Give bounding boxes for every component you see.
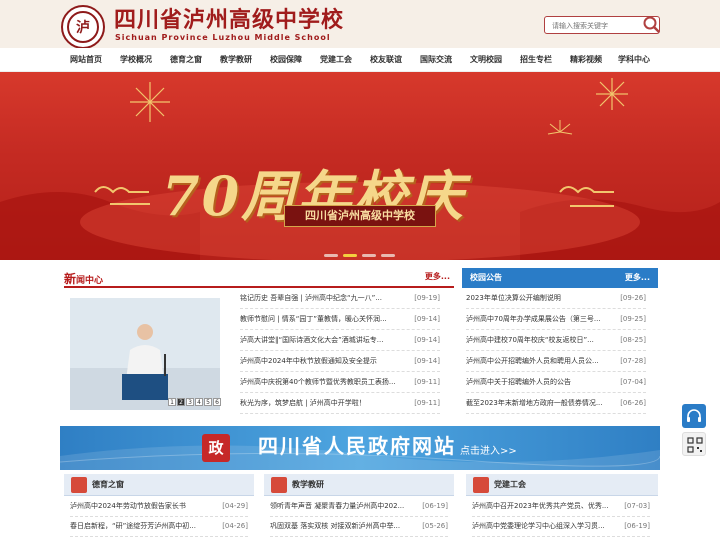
hero-banner[interactable]: 70周年校庆 四川省泸州高级中学校: [0, 72, 720, 260]
notice-section-header: 校园公告 更多...: [462, 268, 658, 288]
search-input[interactable]: [545, 18, 637, 34]
notice-more-link[interactable]: 更多...: [625, 272, 650, 283]
notice-item[interactable]: 截至2023年末新增地方政府一般债券情况... [06-26]: [466, 393, 646, 414]
nav-item-logistics[interactable]: 校园保障: [266, 48, 306, 72]
nav-item-party[interactable]: 党建工会: [316, 48, 356, 72]
side-toolbar: [682, 404, 706, 460]
customer-service-button[interactable]: [682, 404, 706, 428]
logo-emblem: 泸: [67, 11, 99, 43]
news-section-title: 新闻中心: [64, 272, 104, 286]
document-icon: [473, 477, 489, 493]
nav-item-international[interactable]: 国际交流: [416, 48, 456, 72]
photo-page-6[interactable]: 6: [213, 398, 221, 406]
news-item[interactable]: 教师节慰问 | 情系“园丁”董教情，暖心关怀润... [09-14]: [240, 309, 440, 330]
nav-item-moral[interactable]: 德育之窗: [166, 48, 206, 72]
nav-item-alumni[interactable]: 校友联谊: [366, 48, 406, 72]
gov-banner-title: 四川省人民政府网站: [258, 434, 456, 458]
school-logo[interactable]: 泸: [61, 5, 105, 49]
nav-item-admission[interactable]: 招生专栏: [516, 48, 556, 72]
nav-item-teaching[interactable]: 教学教研: [216, 48, 256, 72]
notice-section-title: 校园公告: [470, 273, 502, 282]
qrcode-icon: [687, 437, 703, 453]
document-icon: [71, 477, 87, 493]
photo-page-2[interactable]: 2: [177, 398, 185, 406]
party-item[interactable]: 泸州高中党委理论学习中心组深入学习贯... [06-19]: [472, 516, 650, 537]
notice-item[interactable]: 泸州高中关于招聘编外人员的公告 [07-04]: [466, 372, 646, 393]
photo-page-1[interactable]: 1: [168, 398, 176, 406]
nav-item-overview[interactable]: 学校概况: [116, 48, 156, 72]
site-name: 四川省泸州高级中学校: [114, 8, 345, 33]
teaching-item[interactable]: 领听青年声音 凝聚青春力量泸州高中202... [06-19]: [270, 496, 448, 517]
gov-seal-icon: 政: [202, 434, 230, 462]
search-box: [544, 16, 660, 34]
nav-item-home[interactable]: 网站首页: [66, 48, 106, 72]
site-header: 泸 四川省泸州高级中学校 Sichuan Province Luzhou Mid…: [0, 0, 720, 49]
headset-icon: [687, 409, 701, 422]
photo-page-3[interactable]: 3: [186, 398, 194, 406]
search-icon[interactable]: [641, 14, 661, 34]
notice-item[interactable]: 2023年单位决算公开编制说明 [09-26]: [466, 288, 646, 309]
teaching-item[interactable]: 巩固双基 落实双核 对接双新泸州高中举... [05-26]: [270, 516, 448, 537]
nav-item-video[interactable]: 精彩视频: [566, 48, 606, 72]
notice-item[interactable]: 泸州高中建校70周年校庆“校友返校日”... [08-25]: [466, 330, 646, 351]
news-item[interactable]: 泸州高中2024年中秋节放假通知及安全提示 [09-14]: [240, 351, 440, 372]
news-photo-image: [70, 298, 220, 410]
slide-dot-4[interactable]: [381, 254, 395, 257]
news-item[interactable]: 泸州高中庆祝第40个教师节暨优秀教职员工表扬... [09-11]: [240, 372, 440, 393]
firework-right: [596, 78, 628, 110]
main-nav: 网站首页 学校概况 德育之窗 教学教研 校园保障 党建工会 校友联谊 国际交流 …: [0, 48, 720, 72]
qrcode-button[interactable]: [682, 432, 706, 456]
photo-page-4[interactable]: 4: [195, 398, 203, 406]
document-icon: [271, 477, 287, 493]
banner-ribbon: 四川省泸州高级中学校: [284, 205, 436, 227]
nav-item-subjects[interactable]: 学科中心: [614, 48, 654, 72]
notice-item[interactable]: 泸州高中公开招聘编外人员和聘用人员公... [07-28]: [466, 351, 646, 372]
notice-item[interactable]: 泸州高中70周年办学成果展公告（第三号... [09-25]: [466, 309, 646, 330]
nav-item-civilized[interactable]: 文明校园: [466, 48, 506, 72]
gov-website-banner[interactable]: 政 四川省人民政府网站 点击进入>>: [60, 426, 660, 470]
party-section-header: 党建工会: [466, 474, 658, 496]
party-item[interactable]: 泸州高中召开2023年优秀共产党员、优秀... [07-03]: [472, 496, 650, 517]
site-name-english: Sichuan Province Luzhou Middle School: [115, 33, 331, 42]
slide-dot-1[interactable]: [324, 254, 338, 257]
news-photo[interactable]: [70, 298, 220, 410]
news-item[interactable]: 铭记历史 吾辈自强 | 泸州高中纪念“九一八”... [09-19]: [240, 288, 440, 309]
moral-section-header: 德育之窗: [64, 474, 254, 496]
gov-enter-link[interactable]: 点击进入>>: [460, 442, 517, 457]
teaching-section-header: 教学教研: [264, 474, 454, 496]
slide-dot-3[interactable]: [362, 254, 376, 257]
firework-small: [547, 120, 573, 135]
firework-left: [130, 82, 170, 122]
photo-page-5[interactable]: 5: [204, 398, 212, 406]
moral-item[interactable]: 春日启新程，“研”途绽芬芳泸州高中初... [04-26]: [70, 516, 248, 537]
slide-dot-2[interactable]: [343, 254, 357, 257]
news-item[interactable]: 泸高大讲堂‖“国际诗酒文化大会”酒城讲坛专... [09-14]: [240, 330, 440, 351]
news-item[interactable]: 秋光为序，筑梦启航 | 泸州高中开学啦！ [09-11]: [240, 393, 440, 414]
news-more-link[interactable]: 更多...: [425, 271, 450, 282]
news-section-header: 新闻中心 更多...: [64, 268, 454, 288]
moral-item[interactable]: 泸州高中2024年劳动节放假告家长书 [04-29]: [70, 496, 248, 517]
